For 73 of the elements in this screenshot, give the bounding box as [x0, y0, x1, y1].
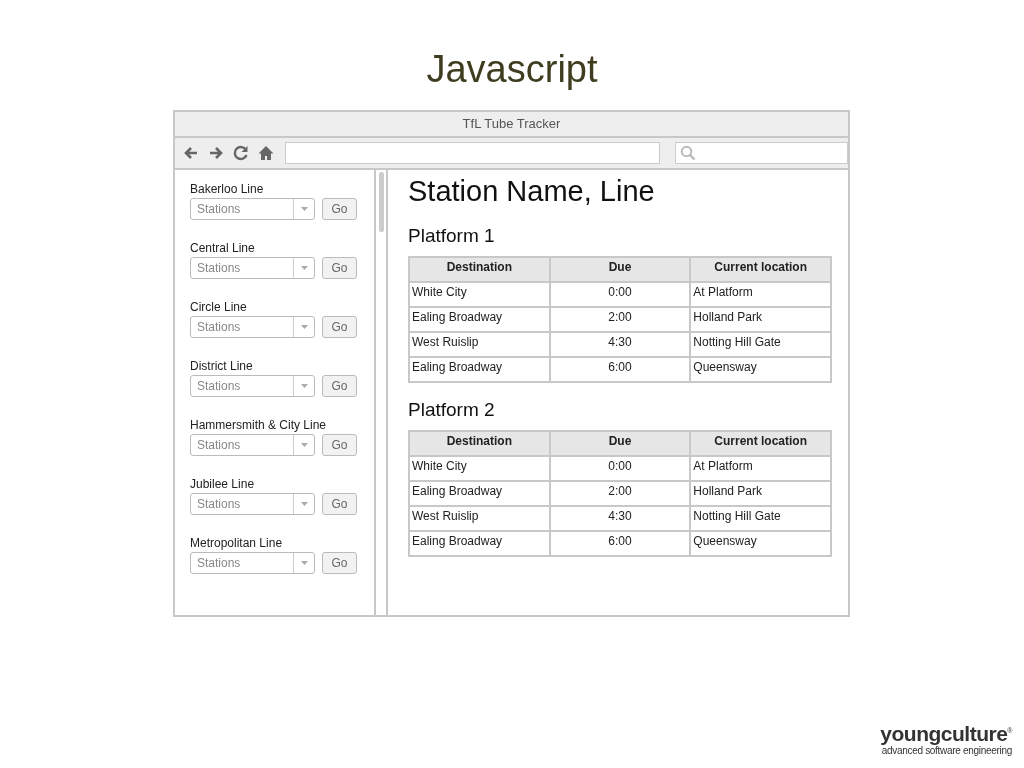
- window-title: TfL Tube Tracker: [175, 112, 848, 138]
- table-cell: 2:00: [549, 307, 691, 332]
- go-button[interactable]: Go: [322, 375, 357, 397]
- column-header: Current location: [690, 257, 831, 282]
- column-header: Destination: [409, 431, 550, 456]
- go-button[interactable]: Go: [322, 552, 357, 574]
- line-label: Central Line: [190, 241, 256, 257]
- column-header: Due: [549, 257, 691, 282]
- forward-icon[interactable]: [208, 145, 224, 161]
- scrollbar-thumb[interactable]: [379, 172, 384, 232]
- table-cell: Holland Park: [690, 481, 831, 506]
- go-button[interactable]: Go: [322, 493, 357, 515]
- table-cell: 4:30: [549, 506, 691, 531]
- table-cell: Queensway: [690, 531, 831, 556]
- line-label: Hammersmith & City Line: [190, 418, 328, 434]
- go-button[interactable]: Go: [322, 198, 357, 220]
- caret-icon[interactable]: [300, 502, 308, 506]
- line-label: Metropolitan Line: [190, 536, 284, 552]
- table-cell: Notting Hill Gate: [690, 506, 831, 531]
- go-button[interactable]: Go: [322, 434, 357, 456]
- stations-dropdown[interactable]: Stations: [190, 434, 315, 456]
- stations-dropdown[interactable]: Stations: [190, 257, 315, 279]
- slide-title: Javascript: [426, 47, 598, 91]
- caret-icon[interactable]: [300, 207, 308, 211]
- table-cell: West Ruislip: [409, 332, 550, 357]
- table-cell: White City: [409, 456, 550, 481]
- reload-icon[interactable]: [233, 145, 249, 161]
- table-cell: 2:00: [549, 481, 691, 506]
- page-heading: Station Name, Line: [408, 174, 656, 209]
- column-header: Due: [549, 431, 691, 456]
- table-cell: Ealing Broadway: [409, 531, 550, 556]
- platform-heading: Platform 1: [408, 225, 496, 247]
- table-cell: 0:00: [549, 456, 691, 481]
- line-label: Bakerloo Line: [190, 182, 265, 198]
- search-field[interactable]: [674, 142, 848, 164]
- go-button[interactable]: Go: [322, 257, 357, 279]
- table-cell: Notting Hill Gate: [690, 332, 831, 357]
- platform-heading: Platform 2: [408, 399, 496, 421]
- back-icon[interactable]: [183, 145, 199, 161]
- table-cell: Ealing Broadway: [409, 481, 550, 506]
- caret-icon[interactable]: [300, 561, 308, 565]
- caret-icon[interactable]: [300, 266, 308, 270]
- logo-tagline: advanced software engineering: [881, 745, 1012, 757]
- search-icon[interactable]: [679, 145, 696, 161]
- stations-dropdown[interactable]: Stations: [190, 198, 315, 220]
- stations-dropdown[interactable]: Stations: [190, 375, 315, 397]
- caret-icon[interactable]: [300, 325, 308, 329]
- line-label: Jubilee Line: [190, 477, 256, 493]
- column-header: Destination: [409, 257, 550, 282]
- table-cell: 0:00: [549, 282, 691, 307]
- table-cell: 4:30: [549, 332, 691, 357]
- table-cell: White City: [409, 282, 550, 307]
- table-cell: Holland Park: [690, 307, 831, 332]
- table-cell: Ealing Broadway: [409, 357, 550, 382]
- table-cell: Ealing Broadway: [409, 307, 550, 332]
- table-cell: 6:00: [549, 357, 691, 382]
- table-cell: At Platform: [690, 456, 831, 481]
- column-header: Current location: [690, 431, 831, 456]
- table-cell: At Platform: [690, 282, 831, 307]
- table-cell: 6:00: [549, 531, 691, 556]
- logo-wordmark: youngculture$^{®}$: [880, 721, 1012, 745]
- caret-icon[interactable]: [300, 384, 308, 388]
- stations-dropdown[interactable]: Stations: [190, 316, 315, 338]
- caret-icon[interactable]: [300, 443, 308, 447]
- table-cell: West Ruislip: [409, 506, 550, 531]
- address-field[interactable]: [285, 142, 660, 164]
- line-label: Circle Line: [190, 300, 248, 316]
- home-icon[interactable]: [258, 145, 274, 161]
- table-cell: Queensway: [690, 357, 831, 382]
- go-button[interactable]: Go: [322, 316, 357, 338]
- stations-dropdown[interactable]: Stations: [190, 493, 315, 515]
- line-label: District Line: [190, 359, 254, 375]
- stations-dropdown[interactable]: Stations: [190, 552, 315, 574]
